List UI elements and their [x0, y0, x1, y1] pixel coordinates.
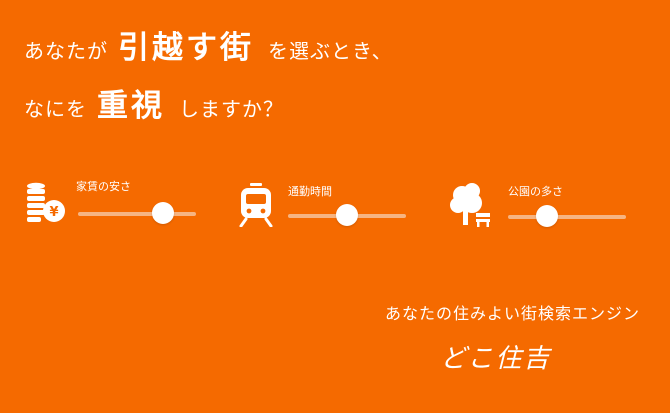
headline-1-pre: あなたが — [24, 39, 108, 63]
commute-slider-knob[interactable] — [336, 204, 358, 226]
headline-2-emphasis: 重視 — [97, 88, 165, 124]
factor-park-label: 公園の多さ — [508, 185, 563, 198]
rent-slider-knob[interactable] — [151, 202, 174, 224]
headline-2-post: しますか？ — [179, 97, 284, 121]
park-tree-icon — [450, 183, 490, 227]
svg-text:¥: ¥ — [49, 205, 58, 220]
brand-logo: どこ住吉 — [440, 344, 552, 374]
factor-commute-label: 通勤時間 — [288, 185, 332, 198]
rent-slider-track[interactable] — [78, 212, 196, 216]
headline-2-pre: なにを — [24, 97, 87, 121]
park-slider-track[interactable] — [508, 215, 626, 219]
headline-line-1: あなたが 引越す街 を選ぶとき、 — [24, 22, 393, 67]
tagline: あなたの住みよい街検索エンジン — [384, 304, 640, 323]
headline-line-2: なにを 重視 しますか？ — [24, 80, 284, 125]
coins-yen-icon: ¥ — [27, 182, 65, 222]
headline-1-post: を選ぶとき、 — [268, 39, 393, 63]
headline-1-emphasis: 引越す街 — [118, 30, 254, 66]
train-icon — [239, 183, 273, 227]
park-slider-knob[interactable] — [535, 205, 558, 227]
factor-rent-label: 家賃の安さ — [76, 180, 131, 193]
